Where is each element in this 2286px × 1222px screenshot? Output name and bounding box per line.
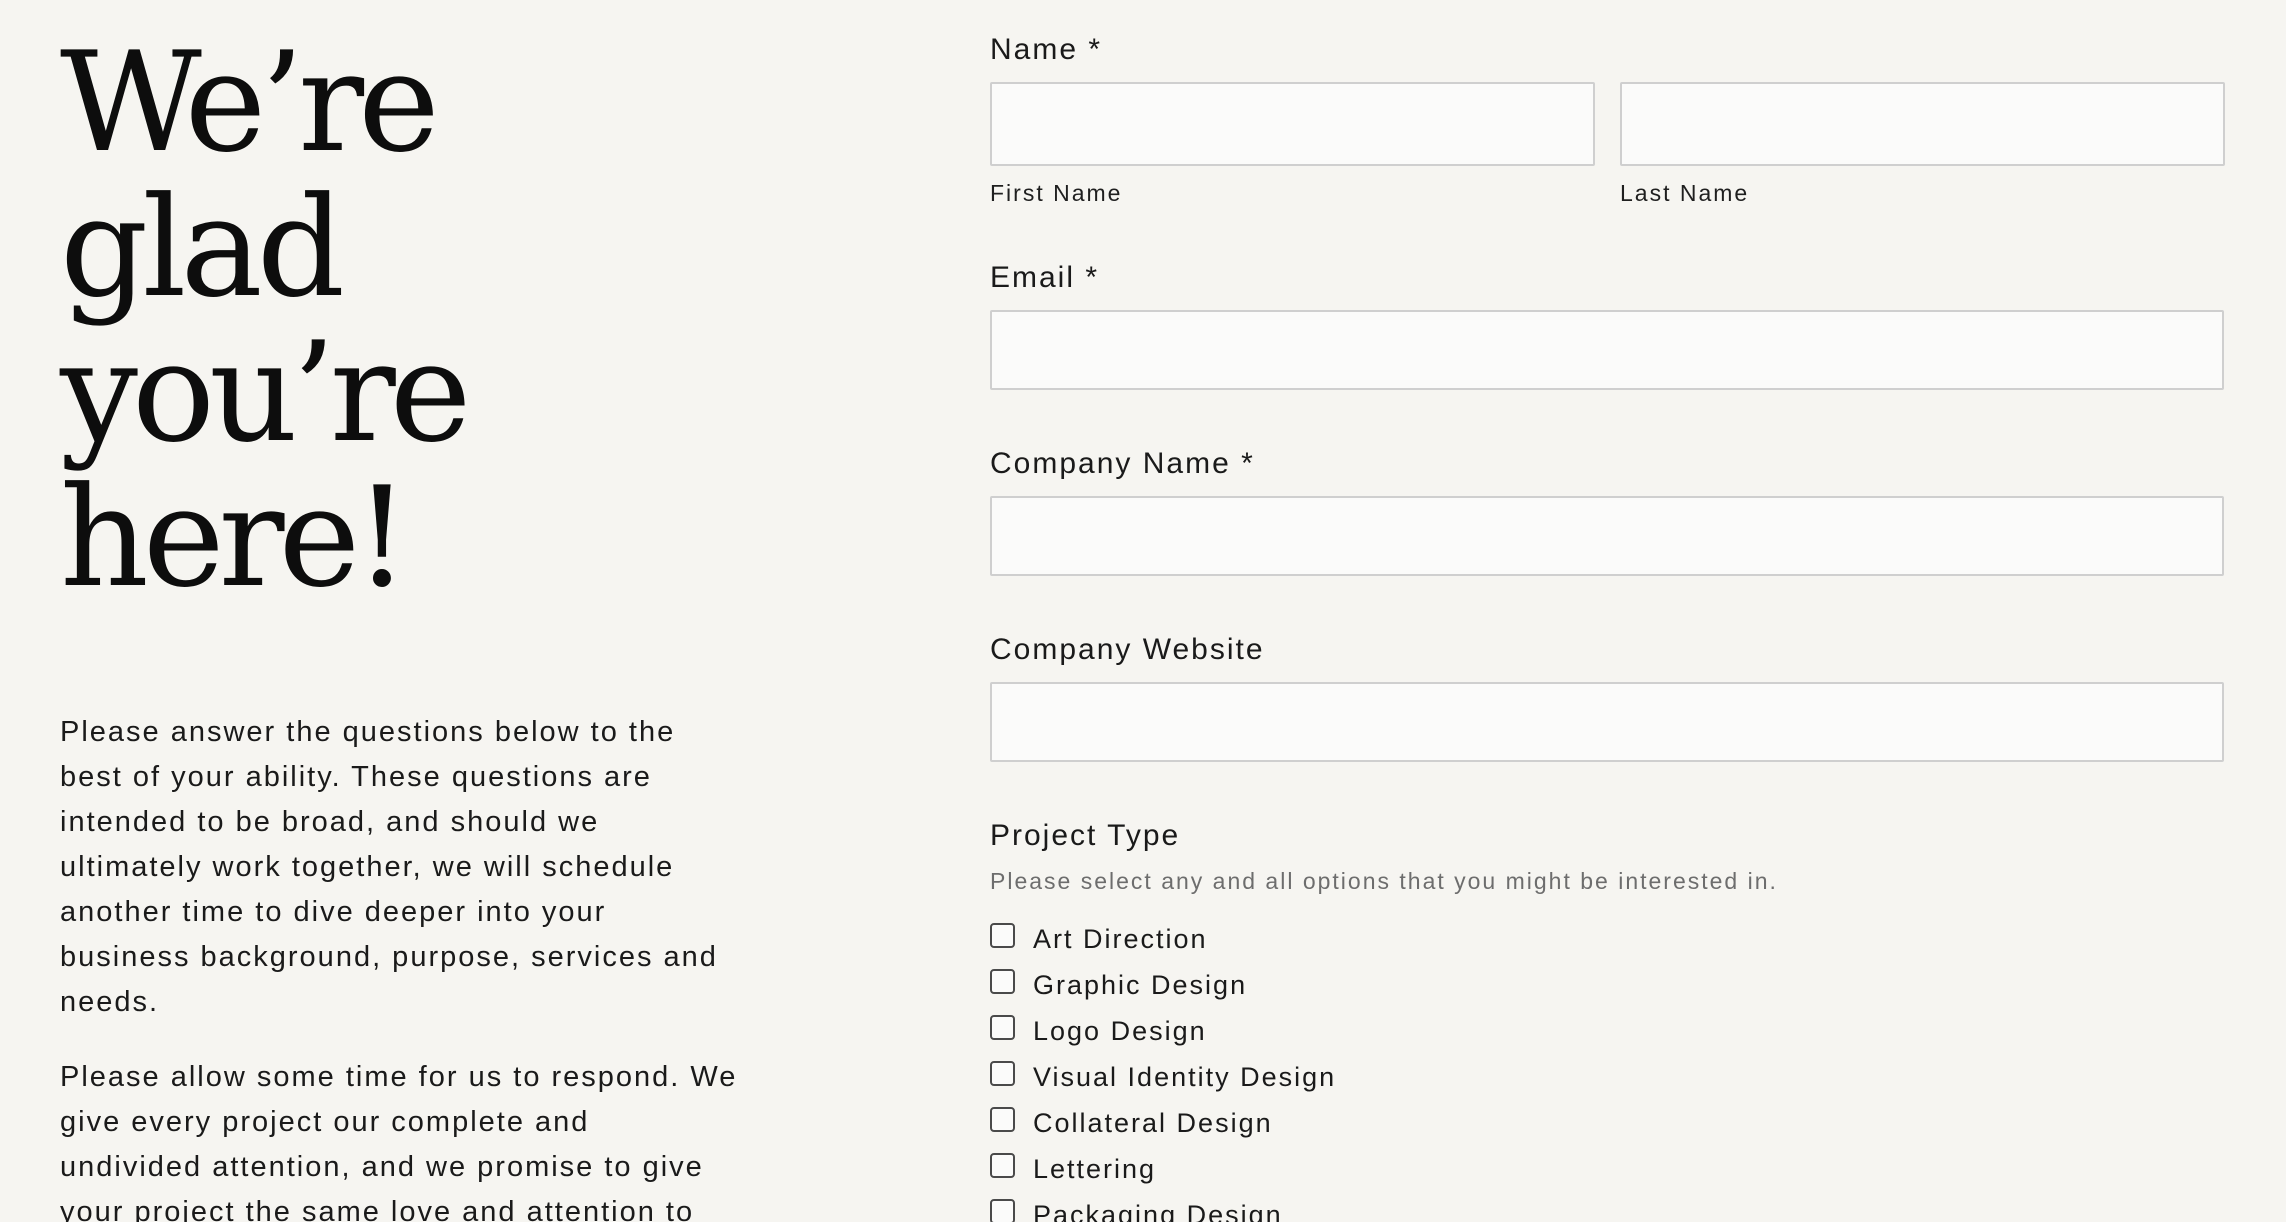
option-lettering[interactable]: Lettering — [990, 1146, 1336, 1192]
last-name-sublabel: Last Name — [1620, 180, 1750, 206]
company-website-input[interactable] — [990, 682, 2224, 762]
checkbox[interactable] — [990, 1014, 1015, 1040]
contact-page: We’re glad you’re here! Please answer th… — [0, 0, 2286, 1222]
project-type-help: Please select any and all options that y… — [990, 868, 1778, 894]
company-name-label: Company Name * — [990, 447, 1255, 480]
company-website-label: Company Website — [990, 633, 1265, 666]
checkbox[interactable] — [990, 922, 1015, 948]
checkbox[interactable] — [990, 1198, 1015, 1222]
option-label: Packaging Design — [1033, 1199, 1283, 1222]
checkbox[interactable] — [990, 1060, 1015, 1086]
headline-line-1: We’re glad — [60, 22, 440, 328]
project-type-options: Art Direction Graphic Design Logo Design… — [990, 916, 1336, 1222]
name-label: Name * — [990, 33, 1103, 66]
last-name-input[interactable] — [1620, 82, 2225, 166]
intro-paragraph-1: Please answer the questions below to the… — [60, 716, 718, 1018]
option-packaging-design[interactable]: Packaging Design — [990, 1192, 1336, 1222]
first-name-sublabel: First Name — [990, 180, 1123, 206]
option-visual-identity-design[interactable]: Visual Identity Design — [990, 1054, 1336, 1100]
option-logo-design[interactable]: Logo Design — [990, 1008, 1336, 1054]
email-label: Email * — [990, 261, 1100, 294]
option-label: Collateral Design — [1033, 1107, 1273, 1138]
project-type-label: Project Type — [990, 819, 1181, 852]
option-collateral-design[interactable]: Collateral Design — [990, 1100, 1336, 1146]
company-name-input[interactable] — [990, 496, 2224, 576]
email-input[interactable] — [990, 310, 2224, 390]
intro-paragraph-2: Please allow some time for us to respond… — [60, 1061, 738, 1222]
option-label: Art Direction — [1033, 923, 1208, 954]
option-label: Logo Design — [1033, 1015, 1207, 1046]
option-label: Graphic Design — [1033, 969, 1248, 1000]
checkbox[interactable] — [990, 1152, 1015, 1178]
option-label: Lettering — [1033, 1153, 1157, 1184]
option-label: Visual Identity Design — [1033, 1061, 1337, 1092]
headline-line-2: you’re here! — [60, 312, 471, 618]
option-art-direction[interactable]: Art Direction — [990, 916, 1336, 962]
intro-section: We’re glad you’re here! Please answer th… — [60, 30, 740, 1222]
option-graphic-design[interactable]: Graphic Design — [990, 962, 1336, 1008]
page-headline: We’re glad you’re here! — [60, 30, 740, 610]
checkbox[interactable] — [990, 968, 1015, 994]
first-name-input[interactable] — [990, 82, 1595, 166]
checkbox[interactable] — [990, 1106, 1015, 1132]
